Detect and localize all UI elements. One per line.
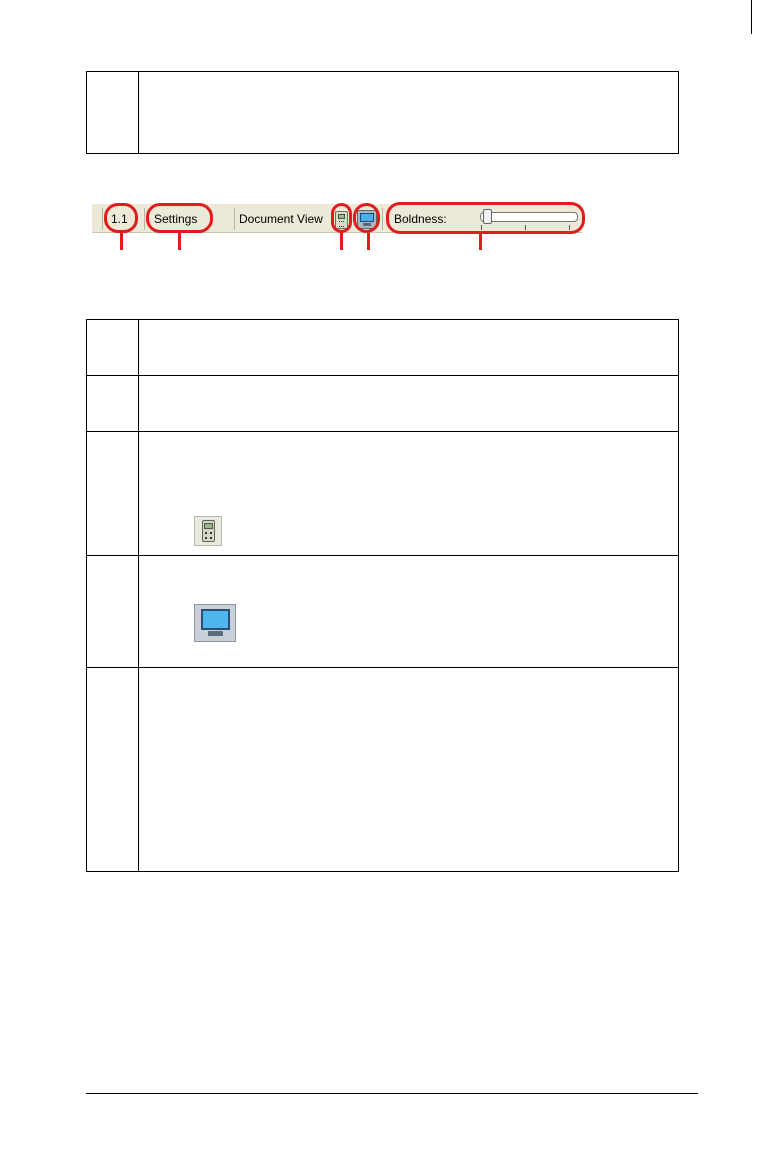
row-description-cell — [138, 555, 679, 668]
table-row — [86, 375, 679, 432]
row-number-cell — [86, 431, 139, 556]
status-divider — [382, 208, 383, 230]
table-row — [86, 555, 679, 668]
row-description-cell — [138, 431, 679, 556]
callout-boldness — [386, 202, 585, 234]
computer-view-icon — [194, 604, 236, 642]
row-number-cell — [86, 375, 139, 432]
document-view-label: Document View — [239, 212, 323, 226]
row-description-cell — [138, 319, 679, 376]
callout-leader-line — [178, 233, 181, 250]
callout-settings — [146, 203, 213, 233]
handheld-view-icon — [194, 516, 222, 546]
callout-computer-view — [353, 203, 380, 233]
callout-leader-line — [479, 234, 482, 250]
main-table — [86, 319, 679, 872]
callout-leader-line — [367, 233, 370, 250]
callout-handheld-view — [331, 203, 352, 233]
table-row — [86, 431, 679, 556]
row-number-cell — [86, 667, 139, 872]
row-description-cell — [138, 71, 679, 154]
page-edge-line — [751, 0, 752, 34]
table-row — [86, 667, 679, 872]
status-divider — [102, 208, 103, 230]
row-description-cell — [138, 667, 679, 872]
status-divider — [234, 208, 235, 230]
callout-leader-line — [340, 233, 343, 250]
top-table — [86, 71, 679, 154]
callout-page-number — [104, 203, 138, 233]
row-number-cell — [86, 555, 139, 668]
status-divider — [144, 208, 145, 230]
footer-rule — [86, 1093, 698, 1094]
table-row — [86, 71, 679, 154]
row-description-cell — [138, 375, 679, 432]
row-number-cell — [86, 319, 139, 376]
row-number-cell — [86, 71, 139, 154]
table-row — [86, 319, 679, 376]
callout-leader-line — [120, 233, 123, 250]
